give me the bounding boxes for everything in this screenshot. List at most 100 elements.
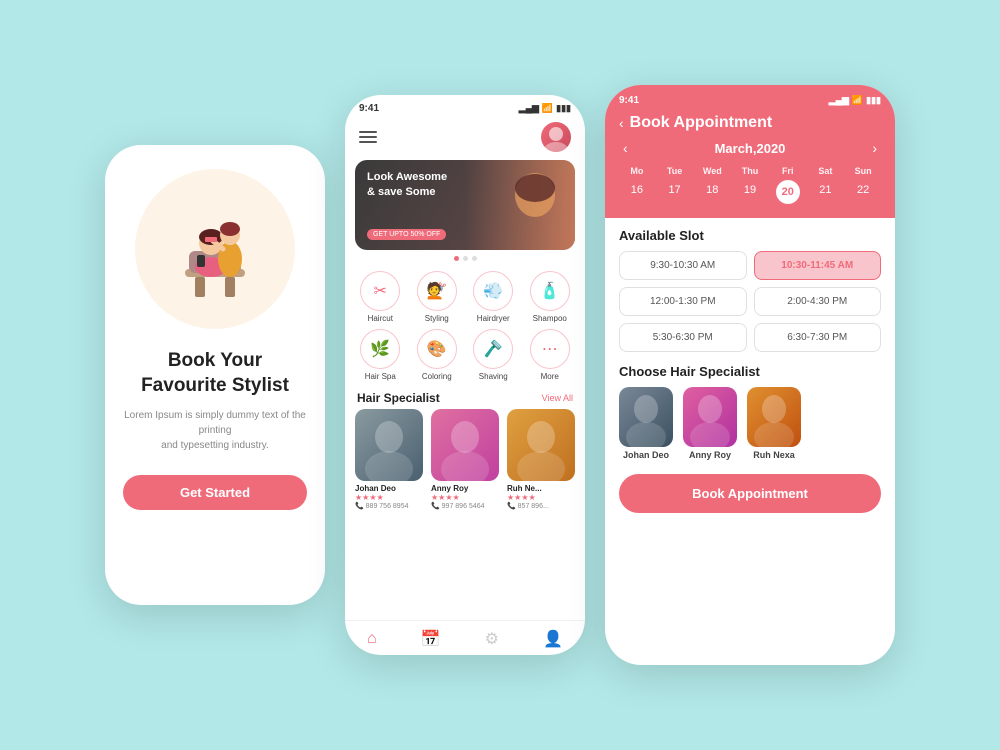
cal-day-18[interactable]: 18 bbox=[694, 180, 730, 204]
hero-illustration bbox=[135, 169, 295, 329]
slot-grid: 9:30-10:30 AM10:30-11:45 AM12:00-1:30 PM… bbox=[619, 251, 881, 352]
specialist-phone: 📞 857 896... bbox=[507, 502, 575, 510]
service-icon: ✂ bbox=[360, 271, 400, 311]
screen-3: 9:41 ▂▄▆ 📶 ▮▮▮ ‹ Book Appointment ‹ Marc… bbox=[605, 85, 895, 665]
service-grid: ✂ Haircut 💇 Styling 💨 Hairdryer 🧴 Shampo… bbox=[345, 267, 585, 385]
cal-day-17[interactable]: 17 bbox=[657, 180, 693, 204]
dot-3 bbox=[472, 256, 477, 261]
stylist-svg bbox=[145, 179, 285, 319]
service-item-haircut[interactable]: ✂ Haircut bbox=[355, 271, 406, 323]
specialist-choose-card[interactable]: Johan Deo bbox=[619, 387, 673, 460]
specialist-card[interactable]: Johan Deo ★★★★ 📞 889 756 8954 bbox=[355, 409, 423, 510]
time-3: 9:41 bbox=[619, 95, 639, 106]
slot-button[interactable]: 5:30-6:30 PM bbox=[619, 323, 747, 352]
specialist-choose-card[interactable]: Anny Roy bbox=[683, 387, 737, 460]
battery-icon: ▮▮▮ bbox=[556, 103, 571, 114]
screen-2: 9:41 ▂▄▆ 📶 ▮▮▮ Look Awesome & save Some … bbox=[345, 95, 585, 655]
cal-day-header: Sun bbox=[845, 164, 881, 178]
promo-banner[interactable]: Look Awesome & save Some GET UPTO 50% OF… bbox=[355, 160, 575, 250]
service-item-styling[interactable]: 💇 Styling bbox=[412, 271, 463, 323]
specialist-photo bbox=[507, 409, 575, 481]
specialist-rating: ★★★★ bbox=[355, 493, 423, 502]
service-icon: 💇 bbox=[417, 271, 457, 311]
calendar-nav-icon[interactable]: 📅 bbox=[421, 629, 441, 649]
specialist-name: Ruh Ne... bbox=[507, 484, 575, 493]
booking-title: Book Appointment bbox=[630, 114, 773, 132]
specialist-choose-photo bbox=[619, 387, 673, 447]
wifi-icon: 📶 bbox=[542, 103, 553, 114]
banner-text: Look Awesome & save Some bbox=[367, 170, 447, 201]
dot-2 bbox=[463, 256, 468, 261]
cal-day-16[interactable]: 16 bbox=[619, 180, 655, 204]
cal-day-19[interactable]: 19 bbox=[732, 180, 768, 204]
view-all-link[interactable]: View All bbox=[542, 393, 573, 403]
status-icons-3: ▂▄▆ 📶 ▮▮▮ bbox=[829, 95, 881, 106]
screen-1: Book Your Favourite Stylist Lorem Ipsum … bbox=[105, 145, 325, 605]
time-2: 9:41 bbox=[359, 103, 379, 114]
service-item-hairdryer[interactable]: 💨 Hairdryer bbox=[468, 271, 519, 323]
specialist-choose-photo bbox=[747, 387, 801, 447]
cal-month-label: March,2020 bbox=[715, 141, 786, 156]
specialist-phone: 📞 997 896 5464 bbox=[431, 502, 499, 510]
specialist-rating: ★★★★ bbox=[507, 493, 575, 502]
specialist-choose-row: Johan Deo Anny Roy Ruh Nexa bbox=[619, 387, 881, 460]
banner-badge: GET UPTO 50% OFF bbox=[367, 229, 446, 240]
service-item-more[interactable]: ⋯ More bbox=[525, 329, 576, 381]
service-item-hair-spa[interactable]: 🌿 Hair Spa bbox=[355, 329, 406, 381]
specialist-photo bbox=[355, 409, 423, 481]
service-icon: 🌿 bbox=[360, 329, 400, 369]
service-label: Hairdryer bbox=[477, 314, 510, 323]
specialist-choose-name: Ruh Nexa bbox=[753, 450, 795, 460]
cal-day-header: Thu bbox=[732, 164, 768, 178]
slot-button[interactable]: 6:30-7:30 PM bbox=[754, 323, 882, 352]
back-icon[interactable]: ‹ bbox=[619, 115, 624, 131]
settings-nav-icon[interactable]: ⚙ bbox=[485, 629, 499, 649]
slot-button[interactable]: 2:00-4:30 PM bbox=[754, 287, 882, 316]
cal-day-20[interactable]: 20 bbox=[776, 180, 800, 204]
hero-headline: Book Your Favourite Stylist bbox=[141, 349, 289, 398]
booking-body: Available Slot 9:30-10:30 AM10:30-11:45 … bbox=[605, 218, 895, 665]
specialist-phone: 📞 889 756 8954 bbox=[355, 502, 423, 510]
specialist-section-title: Hair Specialist bbox=[357, 391, 440, 405]
dot-1 bbox=[454, 256, 459, 261]
cal-day-header: Mo bbox=[619, 164, 655, 178]
service-item-shaving[interactable]: 🪒 Shaving bbox=[468, 329, 519, 381]
specialist-name: Anny Roy bbox=[431, 484, 499, 493]
service-label: Coloring bbox=[422, 372, 452, 381]
calendar-nav: ‹ March,2020 › bbox=[619, 140, 881, 156]
service-item-shampoo[interactable]: 🧴 Shampoo bbox=[525, 271, 576, 323]
get-started-button[interactable]: Get Started bbox=[123, 475, 307, 510]
user-avatar[interactable] bbox=[541, 122, 571, 152]
calendar-grid: MoTueWedThuFriSatSun16171819202122 bbox=[619, 164, 881, 204]
specialist-rating: ★★★★ bbox=[431, 493, 499, 502]
slot-button[interactable]: 10:30-11:45 AM bbox=[754, 251, 882, 280]
service-item-coloring[interactable]: 🎨 Coloring bbox=[412, 329, 463, 381]
banner-image bbox=[465, 160, 575, 250]
status-bar-3: 9:41 ▂▄▆ 📶 ▮▮▮ bbox=[619, 95, 881, 106]
bottom-nav: ⌂ 📅 ⚙ 👤 bbox=[345, 620, 585, 655]
home-nav-icon[interactable]: ⌂ bbox=[367, 630, 377, 648]
menu-icon[interactable] bbox=[359, 131, 377, 143]
profile-nav-icon[interactable]: 👤 bbox=[543, 629, 563, 649]
top-bar-2 bbox=[345, 118, 585, 160]
service-label: More bbox=[541, 372, 559, 381]
specialist-photo bbox=[431, 409, 499, 481]
service-label: Haircut bbox=[368, 314, 393, 323]
cal-day-22[interactable]: 22 bbox=[845, 180, 881, 204]
next-month-icon[interactable]: › bbox=[872, 140, 877, 156]
specialist-choose-name: Anny Roy bbox=[689, 450, 731, 460]
specialist-choose-photo bbox=[683, 387, 737, 447]
specialist-card[interactable]: Ruh Ne... ★★★★ 📞 857 896... bbox=[507, 409, 575, 510]
status-bar-2: 9:41 ▂▄▆ 📶 ▮▮▮ bbox=[345, 95, 585, 118]
cal-day-header: Fri bbox=[770, 164, 806, 178]
slot-button[interactable]: 12:00-1:30 PM bbox=[619, 287, 747, 316]
book-appointment-button[interactable]: Book Appointment bbox=[619, 474, 881, 513]
specialist-choose-card[interactable]: Ruh Nexa bbox=[747, 387, 801, 460]
status-icons-2: ▂▄▆ 📶 ▮▮▮ bbox=[519, 103, 571, 114]
wifi-icon-3: 📶 bbox=[852, 95, 863, 106]
prev-month-icon[interactable]: ‹ bbox=[623, 140, 628, 156]
service-label: Shampoo bbox=[533, 314, 567, 323]
cal-day-21[interactable]: 21 bbox=[808, 180, 844, 204]
slot-button[interactable]: 9:30-10:30 AM bbox=[619, 251, 747, 280]
specialist-card[interactable]: Anny Roy ★★★★ 📞 997 896 5464 bbox=[431, 409, 499, 510]
